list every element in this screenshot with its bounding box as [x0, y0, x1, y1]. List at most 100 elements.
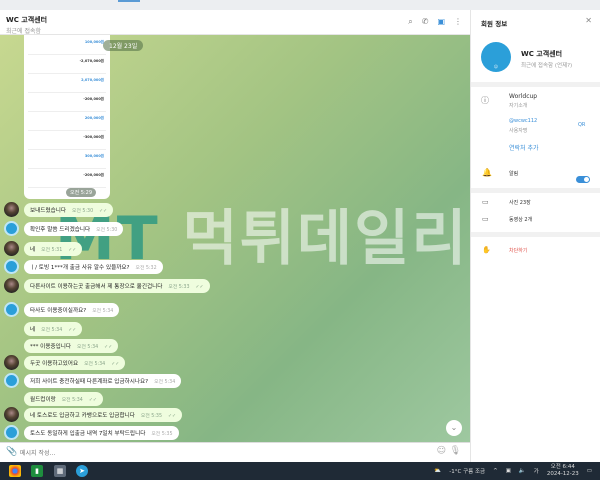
- chat-header[interactable]: WC 고객센터 최근에 접속함 ⌕ ✆ ▣ ⋮: [0, 10, 470, 35]
- message-bubble[interactable]: 다른사이트 이용하는곳 출금해서 제 통장으로 옮긴겁니다 오전 5:33 ✓✓: [24, 279, 210, 293]
- avatar[interactable]: [4, 241, 19, 256]
- message-text: 타사도 이용중이실까요?: [30, 308, 87, 314]
- message-text: 네: [30, 327, 36, 333]
- message-bubble[interactable]: 보내드렸습니다 오전 5:30 ✓✓: [24, 203, 114, 217]
- screenshot-amount: -200,000원: [83, 173, 104, 177]
- microphone-icon[interactable]: 🎙: [450, 446, 461, 456]
- message-time: 오전 5:31: [41, 248, 63, 253]
- profile-name: WC 고객센터: [521, 50, 563, 58]
- block-button[interactable]: 차단하기: [509, 247, 527, 254]
- message-bubble[interactable]: 저희 사이트 충전하실때 다른계좌로 입금하시나요? 오전 5:34: [24, 374, 182, 388]
- read-check-icon: ✓✓: [168, 414, 177, 419]
- screenshot-amount: 100,000원: [84, 40, 104, 44]
- scroll-down-button[interactable]: ⌄: [446, 420, 462, 436]
- telegram-icon[interactable]: ➤: [76, 465, 88, 477]
- message-time: 오전 5:34: [41, 328, 63, 333]
- bell-icon: 🔔: [482, 168, 492, 177]
- info-icon: ⓘ: [481, 96, 489, 105]
- notification-icon[interactable]: ▭: [587, 468, 592, 474]
- panel-title: 회원 정보: [481, 20, 508, 28]
- screenshot-amount: 200,000원: [84, 116, 104, 120]
- message-bubble[interactable]: 네 오전 5:34 ✓✓: [24, 322, 83, 336]
- clock[interactable]: 오전 6:44 2024-12-23: [547, 464, 579, 478]
- message-time: 오전 5:30: [72, 209, 94, 214]
- more-icon[interactable]: ⋮: [454, 17, 462, 27]
- message-time: 오전 5:34: [77, 345, 99, 350]
- photo-icon: ▭: [482, 198, 489, 206]
- emoji-icon[interactable]: ☺: [437, 446, 446, 456]
- username[interactable]: @wcwc112: [509, 118, 537, 124]
- message-time: 오전 5:34: [154, 380, 176, 385]
- avatar[interactable]: [4, 425, 19, 440]
- phone-icon[interactable]: ✆: [422, 17, 429, 27]
- avatar[interactable]: ☺: [481, 42, 511, 72]
- window-top-strip: [0, 0, 600, 10]
- message-time: 오전 5:35: [151, 432, 173, 437]
- message-bubble[interactable]: 토스도 동일하게 입출금 내역 7일치 부탁드립니다 오전 5:35: [24, 426, 179, 440]
- notifications-toggle[interactable]: [576, 176, 590, 183]
- screenshot-row: 2,070,000원: [28, 75, 106, 93]
- read-check-icon: ✓✓: [99, 209, 108, 214]
- screenshot-row: -200,000원: [28, 94, 106, 112]
- screenshot-row: -2,070,000원: [28, 56, 106, 74]
- qr-button[interactable]: QR: [578, 122, 585, 128]
- chat-area[interactable]: MT 먹튀데일리 100,000원 -2,070,000원 2,070,000원 -2…: [0, 35, 470, 442]
- chrome-icon[interactable]: [9, 465, 21, 477]
- avatar[interactable]: [4, 202, 19, 217]
- message-bubble[interactable]: 월드컵이랑 오전 5:34 ✓✓: [24, 392, 103, 406]
- network-icon[interactable]: ▣: [506, 468, 511, 474]
- message-text: 확인후 말씀 드리겠습니다: [30, 227, 91, 233]
- avatar[interactable]: [4, 373, 19, 388]
- message-time: 오전 5:30: [96, 228, 118, 233]
- weather-icon: ⛅: [434, 468, 442, 474]
- avatar[interactable]: [4, 278, 19, 293]
- videos-link[interactable]: 동영상 2개: [509, 216, 532, 223]
- add-contact-link[interactable]: 연락처 추가: [509, 143, 539, 152]
- read-check-icon: ✓✓: [88, 398, 97, 403]
- volume-icon[interactable]: 🔈: [519, 468, 526, 474]
- screenshot-row: 300,000원: [28, 151, 106, 169]
- sheets-icon[interactable]: ▮: [31, 465, 43, 477]
- message-text: ㅣ/ 토빙 1***개 출금 사유 알수 있을까요?: [30, 265, 130, 271]
- notifications-label: 알림: [509, 171, 519, 177]
- message-bubble[interactable]: 두곳 이용하고있어요 오전 5:34 ✓✓: [24, 356, 126, 370]
- message-text: *** 이용중입니다: [30, 344, 72, 350]
- message-bubble[interactable]: ㅣ/ 토빙 1***개 출금 사유 알수 있을까요? 오전 5:32: [24, 260, 163, 274]
- message-bubble[interactable]: 네 오전 5:31 ✓✓: [24, 242, 83, 256]
- screenshot-row: -300,000원: [28, 132, 106, 150]
- message-time: 오전 5:34: [84, 362, 106, 367]
- photos-link[interactable]: 사진 23장: [509, 199, 531, 206]
- avatar[interactable]: [4, 259, 19, 274]
- attach-icon[interactable]: 📎: [6, 447, 17, 457]
- avatar[interactable]: [4, 221, 19, 236]
- screenshot-amount: -2,070,000원: [79, 59, 104, 63]
- video-icon: ▭: [482, 215, 489, 223]
- user-info-panel: 회원 정보 ✕ ☺ WC 고객센터 최근에 접속함 (언제?) ⓘ Worldc…: [470, 10, 600, 462]
- message-bubble[interactable]: *** 이용중입니다 오전 5:34 ✓✓: [24, 339, 119, 353]
- ime-indicator[interactable]: 가: [534, 467, 539, 475]
- avatar[interactable]: [4, 302, 19, 317]
- screenshot-image[interactable]: 100,000원 -2,070,000원 2,070,000원 -200,000원 20…: [24, 35, 110, 199]
- screenshot-amount: -200,000원: [83, 97, 104, 101]
- weather-text[interactable]: -1°C 구름 조금: [449, 467, 485, 475]
- screenshot-row: -200,000원: [28, 170, 106, 188]
- composer: 📎 ☺ 🎙: [0, 442, 470, 462]
- screenshot-amount: -300,000원: [83, 135, 104, 139]
- read-check-icon: ✓✓: [195, 285, 204, 290]
- avatar[interactable]: [4, 407, 19, 422]
- avatar[interactable]: [4, 355, 19, 370]
- read-check-icon: ✓✓: [68, 248, 77, 253]
- message-bubble[interactable]: 확인후 말씀 드리겠습니다 오전 5:30: [24, 222, 124, 236]
- message-bubble[interactable]: 타사도 이용중이실까요? 오전 5:34: [24, 303, 120, 317]
- close-icon[interactable]: ✕: [585, 16, 592, 25]
- message-time: 오전 5:35: [140, 414, 163, 419]
- message-bubble[interactable]: 네 토스로도 입금하고 카뱅으로도 입금합니다 오전 5:35 ✓✓: [24, 408, 183, 422]
- chat-title: WC 고객센터: [6, 16, 48, 24]
- chat-status: 최근에 접속함: [6, 28, 42, 35]
- screenshot-time: 오전 5:29: [66, 188, 97, 197]
- tray-chevron-icon[interactable]: ^: [493, 468, 498, 474]
- message-input[interactable]: [20, 447, 400, 459]
- calculator-icon[interactable]: ▦: [54, 465, 66, 477]
- sidebar-toggle-icon[interactable]: ▣: [437, 17, 445, 27]
- search-icon[interactable]: ⌕: [408, 17, 412, 27]
